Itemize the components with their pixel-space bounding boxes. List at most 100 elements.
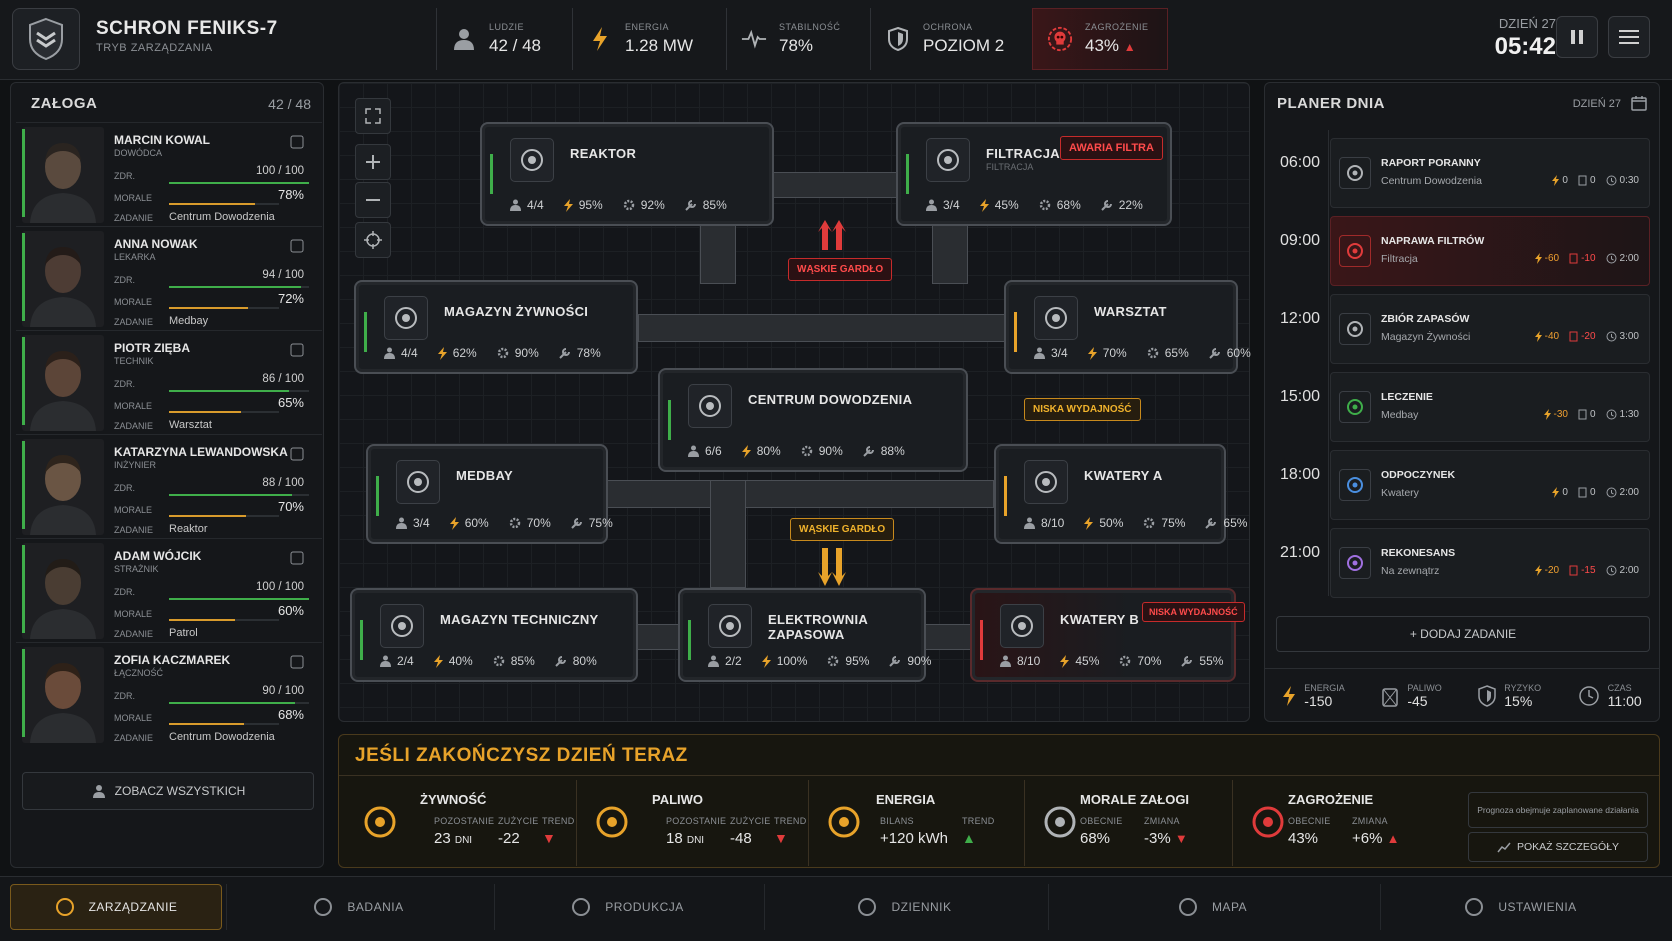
crew-morale: 60% (277, 603, 304, 618)
diamond-icon (288, 549, 306, 567)
room-centrum[interactable]: CENTRUM DOWODZENIA 6/6 80% 90% 88% (658, 368, 968, 472)
crew-health: 88 / 100 (262, 477, 304, 489)
room-medbay[interactable]: MEDBAY 3/4 60% 70% 75% (366, 444, 613, 544)
summary-energy: ENERGIA -150 (1282, 683, 1345, 709)
crew-role: ŁĄCZNOŚĆ (114, 668, 164, 678)
low-efficiency-tag-b[interactable]: NISKA WYDAJNOŚĆ (1142, 602, 1245, 622)
morale-bar (169, 619, 279, 621)
health-bar (169, 286, 309, 288)
morale-bar (169, 723, 279, 725)
planner-task[interactable]: REKONESANS Na zewnątrz -20 -15 2:00 (1330, 528, 1650, 598)
crew-portrait (22, 231, 104, 327)
menu-button[interactable] (1608, 16, 1650, 58)
shield-icon (885, 26, 911, 52)
corridor (772, 172, 900, 198)
fullscreen-icon (365, 108, 381, 124)
zoom-in-button[interactable] (355, 144, 391, 180)
room-stats: 8/10 45% 70% 55% (1000, 654, 1223, 668)
person-icon (451, 26, 477, 52)
corridor (604, 480, 994, 508)
crew-card[interactable]: ADAM WÓJCIK STRAŻNIK ZDR. 100 / 100 MORA… (16, 538, 322, 640)
crew-portrait (22, 439, 104, 535)
room-stats: 2/2 100% 95% 90% (708, 654, 931, 668)
energy-cost: 0 (1552, 487, 1568, 498)
room-name: CENTRUM DOWODZENIA (748, 392, 913, 407)
top-bar: SCHRON FENIKS-7 TRYB ZARZĄDZANIA LUDZIE 4… (0, 0, 1672, 80)
crew-card[interactable]: ZOFIA KACZMAREK ŁĄCZNOŚĆ ZDR. 90 / 100 M… (16, 642, 322, 744)
show-details-button[interactable]: POKAŻ SZCZEGÓŁY (1468, 832, 1648, 862)
duration: 1:30 (1606, 409, 1639, 420)
nav-tab-4[interactable]: MAPA (1048, 884, 1376, 930)
planner-task[interactable]: NAPRAWA FILTRÓW Filtracja -60 -10 2:00 (1330, 216, 1650, 286)
crew-name: ZOFIA KACZMAREK (114, 653, 231, 667)
bottleneck-tag-north[interactable]: WĄSKIE GARDŁO (788, 258, 893, 281)
room-warsztat[interactable]: WARSZTAT 3/4 70% 65% 60% (1004, 280, 1251, 374)
planner-title: PLANER DNIA (1277, 95, 1386, 112)
center-map-button[interactable] (355, 222, 391, 258)
food-crate-icon (360, 800, 400, 844)
task-time: 21:00 (1279, 544, 1321, 561)
view-all-crew-button[interactable]: ZOBACZ WSZYSTKICH (22, 772, 314, 810)
bottleneck-arrows-icon (818, 220, 846, 250)
room-stats: 6/6 80% 90% 88% (688, 444, 905, 458)
crew-role: DOWÓDCA (114, 148, 162, 158)
food-crate-icon (384, 296, 428, 340)
room-name: MAGAZYN ŻYWNOŚCI (444, 304, 589, 319)
zoom-out-button[interactable] (355, 182, 391, 218)
planner-task[interactable]: ZBIÓR ZAPASÓW Magazyn Żywności -40 -20 3… (1330, 294, 1650, 364)
planner-task[interactable]: LECZENIE Medbay -30 0 1:30 (1330, 372, 1650, 442)
pause-button[interactable] (1556, 16, 1598, 58)
nav-tab-5[interactable]: USTAWIENIA (1380, 884, 1660, 930)
calendar-icon[interactable] (1631, 95, 1647, 116)
room-kwateryA[interactable]: KWATERY A 8/10 50% 75% 65% (994, 444, 1247, 544)
health-bar (169, 390, 309, 392)
target-icon (1339, 547, 1371, 579)
duration: 3:00 (1606, 331, 1639, 342)
room-stats: 4/4 62% 90% 78% (384, 346, 601, 360)
planner-day: DZIEŃ 27 (1572, 98, 1621, 110)
filter-failure-tag[interactable]: AWARIA FILTRA (1060, 136, 1163, 160)
room-reaktor[interactable]: REAKTOR 4/4 95% 92% 85% (480, 122, 774, 226)
crew-count: 42 / 48 (268, 96, 311, 112)
room-magazyn[interactable]: MAGAZYN ŻYWNOŚCI 4/4 62% 90% 78% (354, 280, 638, 374)
fan-icon (926, 138, 970, 182)
crew-task: Centrum Dowodzenia (169, 211, 275, 223)
medical-cross-icon (1339, 391, 1371, 423)
nav-tab-1[interactable]: BADANIA (226, 884, 490, 930)
crew-card[interactable]: KATARZYNA LEWANDOWSKA INŻYNIER ZDR. 88 /… (16, 434, 322, 536)
room-stats: 3/4 45% 68% 22% (926, 198, 1143, 212)
room-stats: 2/4 40% 85% 80% (380, 654, 597, 668)
crew-portrait (22, 543, 104, 639)
gear-icon (380, 604, 424, 648)
grid-icon (288, 237, 306, 255)
morale-bar (169, 203, 279, 205)
low-efficiency-tag[interactable]: NISKA WYDAJNOŚĆ (1024, 398, 1141, 421)
corridor (634, 624, 680, 650)
nav-tab-2[interactable]: PRODUKCJA (494, 884, 760, 930)
fullscreen-button[interactable] (355, 98, 391, 134)
planner-task[interactable]: RAPORT PORANNY Centrum Dowodzenia 0 0 0:… (1330, 138, 1650, 208)
room-elektrownia[interactable]: ELEKTROWNIA ZAPASOWA 2/2 100% 95% 90% (678, 588, 931, 682)
duration: 2:00 (1606, 565, 1639, 576)
shelter-name: SCHRON FENIKS-7 (96, 18, 278, 39)
add-task-button[interactable]: + DODAJ ZADANIE (1276, 616, 1650, 652)
nav-tab-3[interactable]: DZIENNIK (764, 884, 1044, 930)
minus-icon (366, 199, 380, 201)
task-time: 09:00 (1279, 232, 1321, 249)
group-icon (55, 898, 74, 916)
fuel-cost: 0 (1578, 409, 1596, 420)
crew-card[interactable]: ANNA NOWAK LEKARKA ZDR. 94 / 100 MORALE … (16, 226, 322, 328)
stat-stability: STABILNOŚĆ 78% (726, 8, 870, 70)
generator-icon (708, 604, 752, 648)
crew-morale: 70% (277, 499, 304, 514)
crew-card[interactable]: MARCIN KOWAL DOWÓDCA ZDR. 100 / 100 MORA… (16, 122, 322, 224)
planner-task[interactable]: ODPOCZYNEK Kwatery 0 0 2:00 (1330, 450, 1650, 520)
room-techniczny[interactable]: MAGAZYN TECHNICZNY 2/4 40% 85% 80% (350, 588, 638, 682)
stat-energy: ENERGIA 1.28 MW (572, 8, 726, 70)
crew-card[interactable]: PIOTR ZIĘBA TECHNIK ZDR. 86 / 100 MORALE… (16, 330, 322, 432)
crew-name: ANNA NOWAK (114, 237, 198, 251)
bottleneck-tag-south[interactable]: WĄSKIE GARDŁO (790, 518, 895, 541)
sun-icon (288, 133, 306, 151)
nav-tab-0[interactable]: ZARZĄDZANIE (10, 884, 222, 930)
wrench-icon (288, 341, 306, 359)
